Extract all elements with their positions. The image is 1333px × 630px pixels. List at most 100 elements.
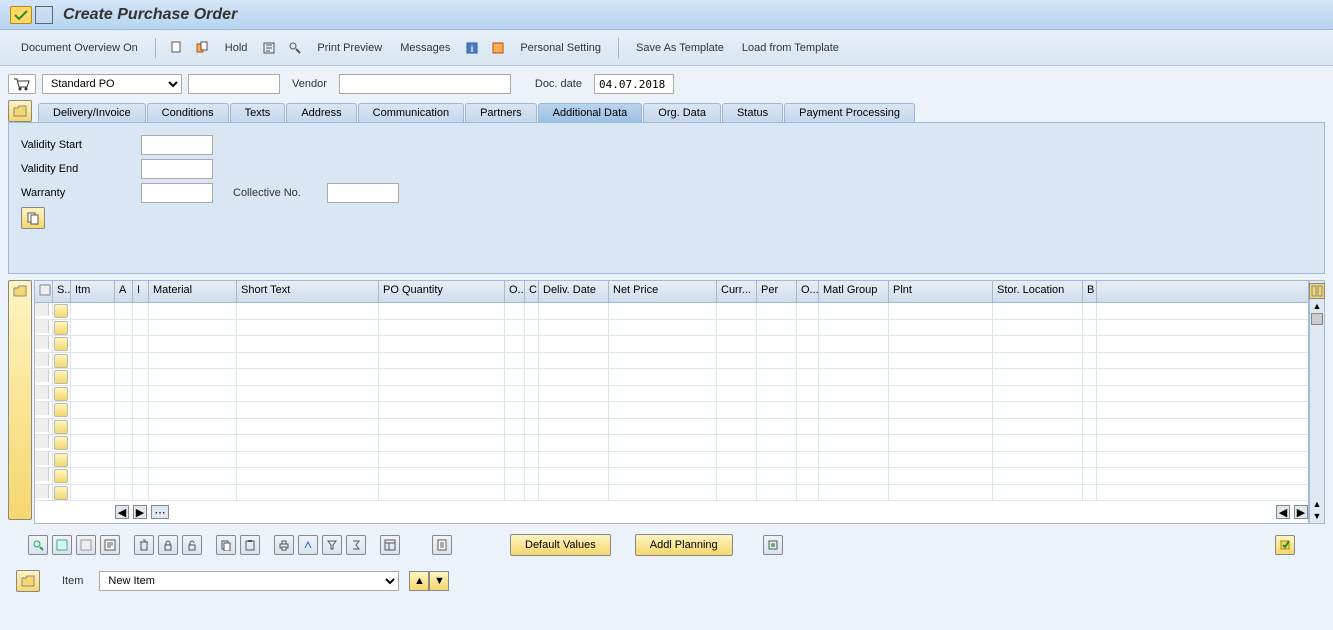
expand-icon[interactable]	[432, 535, 452, 555]
validity-end-input[interactable]	[141, 159, 213, 179]
grid-col-opu[interactable]: O...	[797, 281, 819, 302]
table-row[interactable]	[35, 485, 1308, 502]
item-detail-toggle[interactable]	[16, 570, 40, 592]
grid-col-a[interactable]: A	[115, 281, 133, 302]
scroll-config-icon[interactable]: ⋯	[151, 505, 169, 519]
grid-col-b[interactable]: B	[1083, 281, 1097, 302]
item-next-icon[interactable]: ▼	[429, 571, 449, 591]
personal-setting-icon[interactable]	[490, 40, 506, 56]
save-template-button[interactable]: Save As Template	[630, 38, 730, 58]
scroll-thumb[interactable]	[1311, 313, 1323, 325]
grid-col-select[interactable]	[35, 281, 53, 302]
copy-icon[interactable]	[216, 535, 236, 555]
scroll-right-end-icon[interactable]: ▶	[1294, 505, 1308, 519]
info-icon[interactable]: i	[464, 40, 480, 56]
grid-hscroll[interactable]: ◀ ▶ ⋯ ◀ ▶	[35, 503, 1308, 521]
grid-col-c[interactable]: C	[525, 281, 539, 302]
scroll-left-icon[interactable]: ◀	[115, 505, 129, 519]
scroll-up-icon[interactable]: ▲	[1313, 301, 1322, 311]
default-values-button[interactable]: Default Values	[510, 534, 611, 556]
table-row[interactable]	[35, 452, 1308, 469]
table-row[interactable]	[35, 435, 1308, 452]
display-icon[interactable]	[100, 535, 120, 555]
collective-no-input[interactable]	[327, 183, 399, 203]
grid-col-deliv-date[interactable]: Deliv. Date	[539, 281, 609, 302]
vendor-input[interactable]	[339, 74, 511, 94]
small-icon[interactable]	[35, 6, 53, 24]
grid-col-currency[interactable]: Curr...	[717, 281, 757, 302]
other-po-icon[interactable]	[195, 40, 211, 56]
scroll-up2-icon[interactable]: ▲	[1313, 499, 1322, 509]
table-row[interactable]	[35, 386, 1308, 403]
grid-col-plnt[interactable]: Plnt	[889, 281, 993, 302]
delete-icon[interactable]	[134, 535, 154, 555]
hold-button[interactable]: Hold	[219, 38, 254, 58]
personal-setting-button[interactable]: Personal Setting	[514, 38, 607, 58]
tab-address[interactable]: Address	[286, 103, 356, 123]
item-overview-toggle[interactable]	[8, 280, 32, 520]
tab-org-data[interactable]: Org. Data	[643, 103, 721, 123]
po-number-input[interactable]	[188, 74, 280, 94]
po-type-select[interactable]: Standard PO	[42, 74, 182, 94]
grid-col-itm[interactable]: Itm	[71, 281, 115, 302]
sort-asc-icon[interactable]	[298, 535, 318, 555]
grid-col-po-quantity[interactable]: PO Quantity	[379, 281, 505, 302]
tab-partners[interactable]: Partners	[465, 103, 537, 123]
print-icon[interactable]	[274, 535, 294, 555]
tab-delivery-invoice[interactable]: Delivery/Invoice	[38, 103, 146, 123]
grid-vscroll[interactable]: ▲ ▲ ▼	[1309, 280, 1325, 524]
grid-col-net-price[interactable]: Net Price	[609, 281, 717, 302]
warranty-input[interactable]	[141, 183, 213, 203]
table-row[interactable]	[35, 402, 1308, 419]
cart-icon[interactable]	[8, 74, 36, 94]
unlock-icon[interactable]	[182, 535, 202, 555]
validity-start-input[interactable]	[141, 135, 213, 155]
tab-status[interactable]: Status	[722, 103, 783, 123]
simulate-icon[interactable]	[287, 40, 303, 56]
table-row[interactable]	[35, 419, 1308, 436]
grid-col-short-text[interactable]: Short Text	[237, 281, 379, 302]
select-all-icon[interactable]	[52, 535, 72, 555]
tab-additional-data[interactable]: Additional Data	[538, 103, 643, 123]
item-select[interactable]: New Item	[99, 571, 399, 591]
print-preview-button[interactable]: Print Preview	[311, 38, 388, 58]
doc-date-input[interactable]	[594, 74, 674, 94]
table-row[interactable]	[35, 303, 1308, 320]
tab-conditions[interactable]: Conditions	[147, 103, 229, 123]
scroll-right-icon[interactable]: ▶	[133, 505, 147, 519]
copy-icon[interactable]	[21, 207, 45, 229]
table-row[interactable]	[35, 468, 1308, 485]
filter-icon[interactable]	[322, 535, 342, 555]
services-icon[interactable]	[1275, 535, 1295, 555]
config-columns-icon[interactable]	[1309, 283, 1325, 299]
table-row[interactable]	[35, 353, 1308, 370]
expand-header-icon[interactable]	[8, 100, 32, 122]
table-row[interactable]	[35, 369, 1308, 386]
grid-col-oun[interactable]: O...	[505, 281, 525, 302]
grid-col-material[interactable]: Material	[149, 281, 237, 302]
tab-texts[interactable]: Texts	[230, 103, 286, 123]
messages-button[interactable]: Messages	[394, 38, 456, 58]
scroll-down-icon[interactable]: ▼	[1313, 511, 1322, 521]
grid-col-stor-location[interactable]: Stor. Location	[993, 281, 1083, 302]
load-template-button[interactable]: Load from Template	[736, 38, 845, 58]
tab-payment-processing[interactable]: Payment Processing	[784, 103, 915, 123]
tab-communication[interactable]: Communication	[358, 103, 464, 123]
detail-icon[interactable]	[28, 535, 48, 555]
grid-col-i[interactable]: I	[133, 281, 149, 302]
scroll-left-end-icon[interactable]: ◀	[1276, 505, 1290, 519]
attachment-icon[interactable]	[763, 535, 783, 555]
item-prev-icon[interactable]: ▲	[409, 571, 429, 591]
sum-icon[interactable]	[346, 535, 366, 555]
paste-icon[interactable]	[240, 535, 260, 555]
grid-col-status[interactable]: S..	[53, 281, 71, 302]
checkmark-icon[interactable]	[10, 6, 32, 24]
table-row[interactable]	[35, 320, 1308, 337]
park-icon[interactable]	[261, 40, 277, 56]
doc-overview-button[interactable]: Document Overview On	[15, 38, 144, 58]
layout-icon[interactable]	[380, 535, 400, 555]
table-row[interactable]	[35, 336, 1308, 353]
grid-col-per[interactable]: Per	[757, 281, 797, 302]
addl-planning-button[interactable]: Addl Planning	[635, 534, 733, 556]
grid-col-matl-group[interactable]: Matl Group	[819, 281, 889, 302]
